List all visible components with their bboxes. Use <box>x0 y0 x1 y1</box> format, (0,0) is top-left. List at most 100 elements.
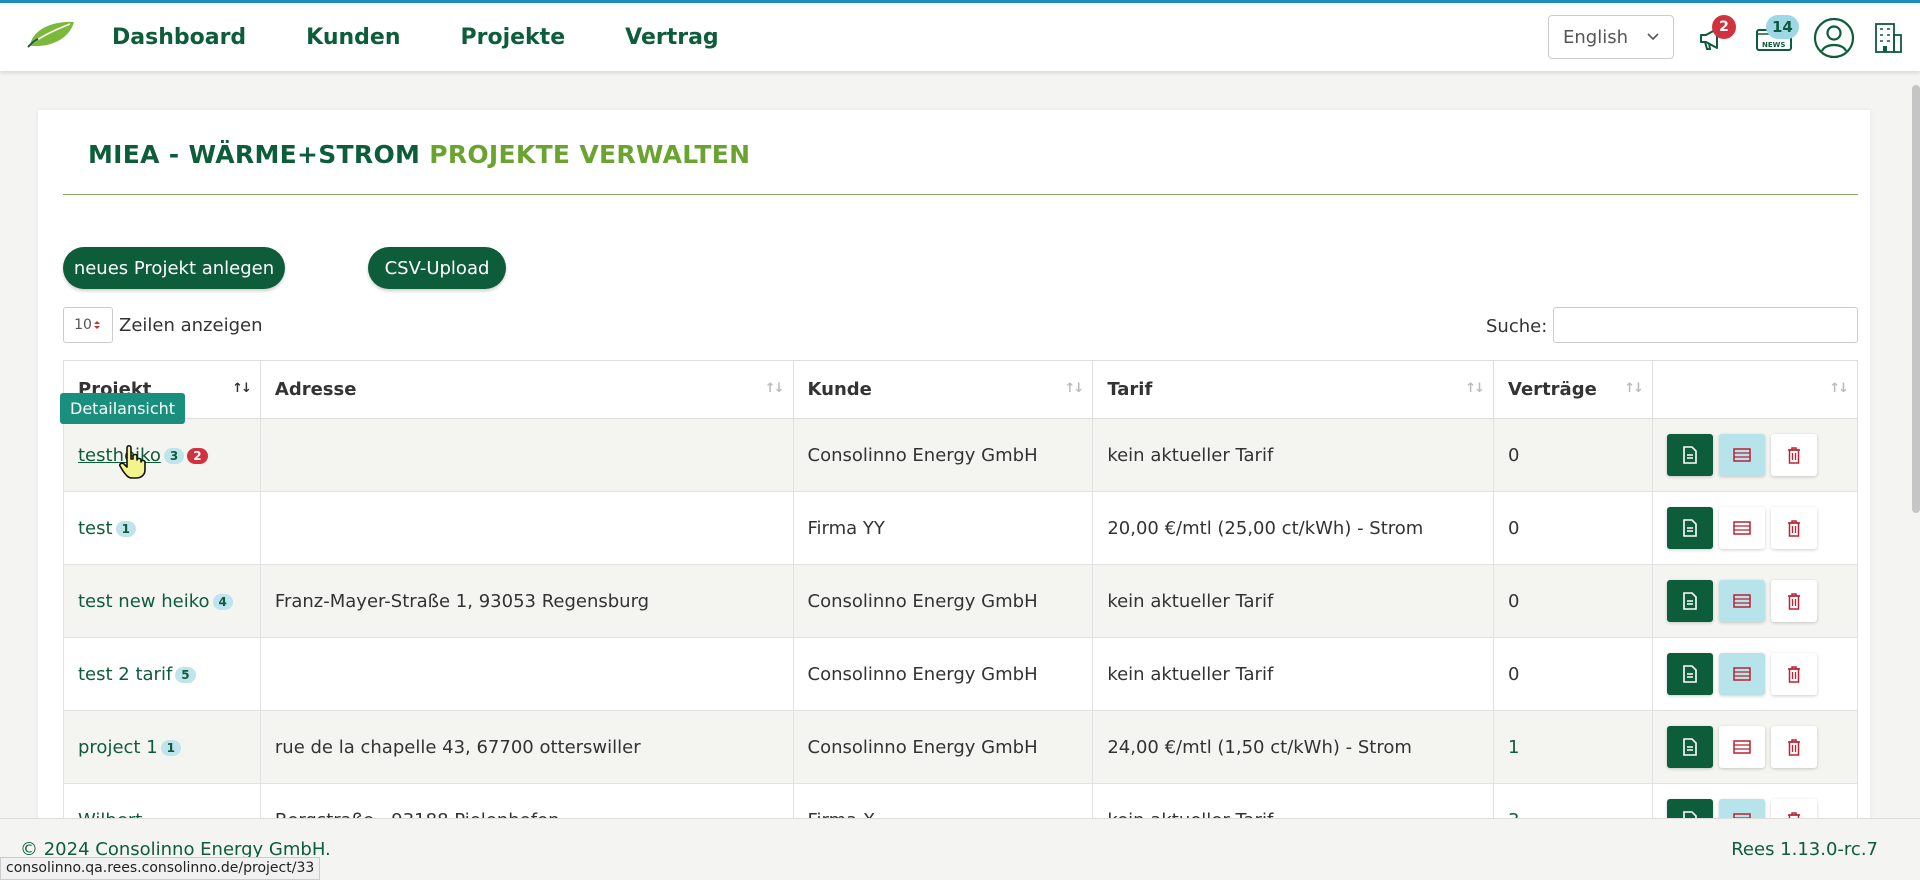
page-title-suffix: PROJEKTE VERWALTEN <box>429 140 751 169</box>
trash-icon <box>1787 447 1800 464</box>
nav-vertrag[interactable]: Vertrag <box>625 25 719 50</box>
footer-version: Rees 1.13.0-rc.7 <box>1731 839 1878 860</box>
delete-project-button[interactable] <box>1770 434 1817 476</box>
sort-icon: ↑↓ <box>764 381 785 396</box>
contracts-list-button[interactable] <box>1718 726 1765 768</box>
page-length-control: 10 Zeilen anzeigen <box>63 307 262 343</box>
table-row: test 2 tarif 5 Consolinno Energy GmbH kein … <box>63 637 1859 711</box>
list-icon <box>1733 448 1751 462</box>
project-count-badge: 1 <box>160 739 182 756</box>
news-label: NEWS <box>1762 41 1786 49</box>
projects-table: Projekt ↑↓ Adresse ↑↓ Kunde ↑↓ Tarif ↑↓ Vert… <box>63 360 1859 857</box>
cell-vertraege: 1 <box>1493 710 1653 784</box>
table-body: testheiko 3 2 Consolinno Energy GmbH kein ak… <box>63 418 1859 857</box>
contracts-count: 0 <box>1508 663 1520 685</box>
column-header-kunde[interactable]: Kunde ↑↓ <box>792 360 1094 419</box>
sort-icon: ↑↓ <box>1465 381 1485 396</box>
cell-actions <box>1651 418 1859 492</box>
new-project-button[interactable]: neues Projekt anlegen <box>63 247 285 289</box>
cell-projekt: test 1 <box>63 491 261 565</box>
cell-tarif: kein aktueller Tarif <box>1092 418 1495 492</box>
delete-project-button[interactable] <box>1770 507 1817 549</box>
cell-kunde: Consolinno Energy GmbH <box>792 637 1094 711</box>
contracts-count[interactable]: 1 <box>1508 737 1519 758</box>
project-count-badge: 4 <box>212 593 233 610</box>
row-actions <box>1666 507 1843 549</box>
page-length-label: Zeilen anzeigen <box>119 314 263 336</box>
page-scrollbar[interactable] <box>1912 85 1920 513</box>
detail-view-button[interactable] <box>1666 434 1713 476</box>
project-count-badge: 1 <box>115 520 136 537</box>
document-icon <box>1683 592 1697 610</box>
project-link[interactable]: test new heiko <box>78 591 210 612</box>
user-profile-button[interactable] <box>1812 17 1856 59</box>
column-header-tarif[interactable]: Tarif ↑↓ <box>1092 360 1495 419</box>
column-header-label: Adresse <box>274 379 357 400</box>
delete-project-button[interactable] <box>1770 653 1817 695</box>
cell-kunde: Consolinno Energy GmbH <box>792 710 1094 784</box>
notifications-button[interactable]: 2 <box>1690 15 1736 59</box>
column-header-actions[interactable]: ↑↓ <box>1651 360 1859 419</box>
delete-project-button[interactable] <box>1770 580 1817 622</box>
project-count-badge: 5 <box>175 666 196 683</box>
column-header-adresse[interactable]: Adresse ↑↓ <box>259 360 794 419</box>
nav-dashboard[interactable]: Dashboard <box>112 25 246 50</box>
building-button[interactable] <box>1872 17 1904 59</box>
building-icon <box>1875 23 1902 53</box>
contracts-count: 0 <box>1508 590 1520 612</box>
sort-icon: ↑↓ <box>1064 381 1085 396</box>
project-link[interactable]: project 1 <box>78 737 158 758</box>
detail-view-button[interactable] <box>1666 580 1713 622</box>
csv-upload-button[interactable]: CSV-Upload <box>368 247 506 289</box>
cell-projekt: test new heiko 4 <box>63 564 261 638</box>
delete-project-button[interactable] <box>1770 726 1817 768</box>
list-icon <box>1733 740 1751 754</box>
cell-actions <box>1651 710 1859 784</box>
trash-icon <box>1787 520 1800 537</box>
language-select[interactable]: English <box>1548 15 1674 59</box>
nav-kunden[interactable]: Kunden <box>306 25 400 50</box>
sort-desc-icon: ↑↓ <box>232 381 252 396</box>
cell-projekt: test 2 tarif 5 <box>63 637 261 711</box>
search-input[interactable] <box>1553 307 1858 343</box>
column-header-label: Tarif <box>1107 379 1153 400</box>
document-icon <box>1683 665 1697 683</box>
row-actions <box>1666 580 1843 622</box>
contracts-count: 0 <box>1508 517 1520 539</box>
projects-card: MIEA - WÄRME+STROM PROJEKTE VERWALTEN ne… <box>38 110 1870 870</box>
nav-projekte[interactable]: Projekte <box>461 25 566 50</box>
row-actions <box>1666 434 1843 476</box>
column-header-vertraege[interactable]: Verträge ↑↓ <box>1493 360 1653 419</box>
row-actions <box>1666 653 1843 695</box>
contracts-list-button[interactable] <box>1718 434 1765 476</box>
table-row: testheiko 3 2 Consolinno Energy GmbH kein ak… <box>63 418 1859 492</box>
cell-actions <box>1651 564 1859 638</box>
contracts-list-button[interactable] <box>1718 653 1765 695</box>
cell-projekt: project 11 <box>63 710 261 784</box>
project-link[interactable]: test <box>78 518 113 539</box>
detail-view-tooltip: Detailansicht <box>60 393 186 424</box>
cell-vertraege: 0 <box>1493 564 1653 638</box>
cell-actions <box>1651 637 1859 711</box>
cell-vertraege: 0 <box>1493 491 1653 565</box>
page-title: MIEA - WÄRME+STROM PROJEKTE VERWALTEN <box>88 140 750 169</box>
chevron-down-icon <box>1647 33 1659 41</box>
news-button[interactable]: NEWS 14 <box>1748 15 1800 59</box>
cell-adresse <box>259 418 794 492</box>
cell-tarif: 20,00 €/mtl (25,00 ct/kWh) - Strom <box>1092 491 1495 565</box>
trash-icon <box>1787 593 1800 610</box>
contracts-list-button[interactable] <box>1718 580 1765 622</box>
main-nav: Dashboard Kunden Projekte Vertrag <box>112 3 719 71</box>
contracts-list-button[interactable] <box>1718 507 1765 549</box>
detail-view-button[interactable] <box>1666 507 1713 549</box>
leaf-logo-icon[interactable] <box>26 19 76 49</box>
table-row: test new heiko 4 Franz-Mayer-Straße 1, 930… <box>63 564 1859 638</box>
detail-view-button[interactable] <box>1666 653 1713 695</box>
table-row: project 1 1 rue de la chapelle 43, 67700 o… <box>63 710 1859 784</box>
detail-view-button[interactable] <box>1666 726 1713 768</box>
project-link[interactable]: test 2 tarif <box>78 664 172 685</box>
list-icon <box>1733 594 1751 608</box>
sort-icon: ↑↓ <box>1624 381 1644 396</box>
page-length-select[interactable]: 10 <box>63 307 113 343</box>
document-icon <box>1683 519 1697 537</box>
